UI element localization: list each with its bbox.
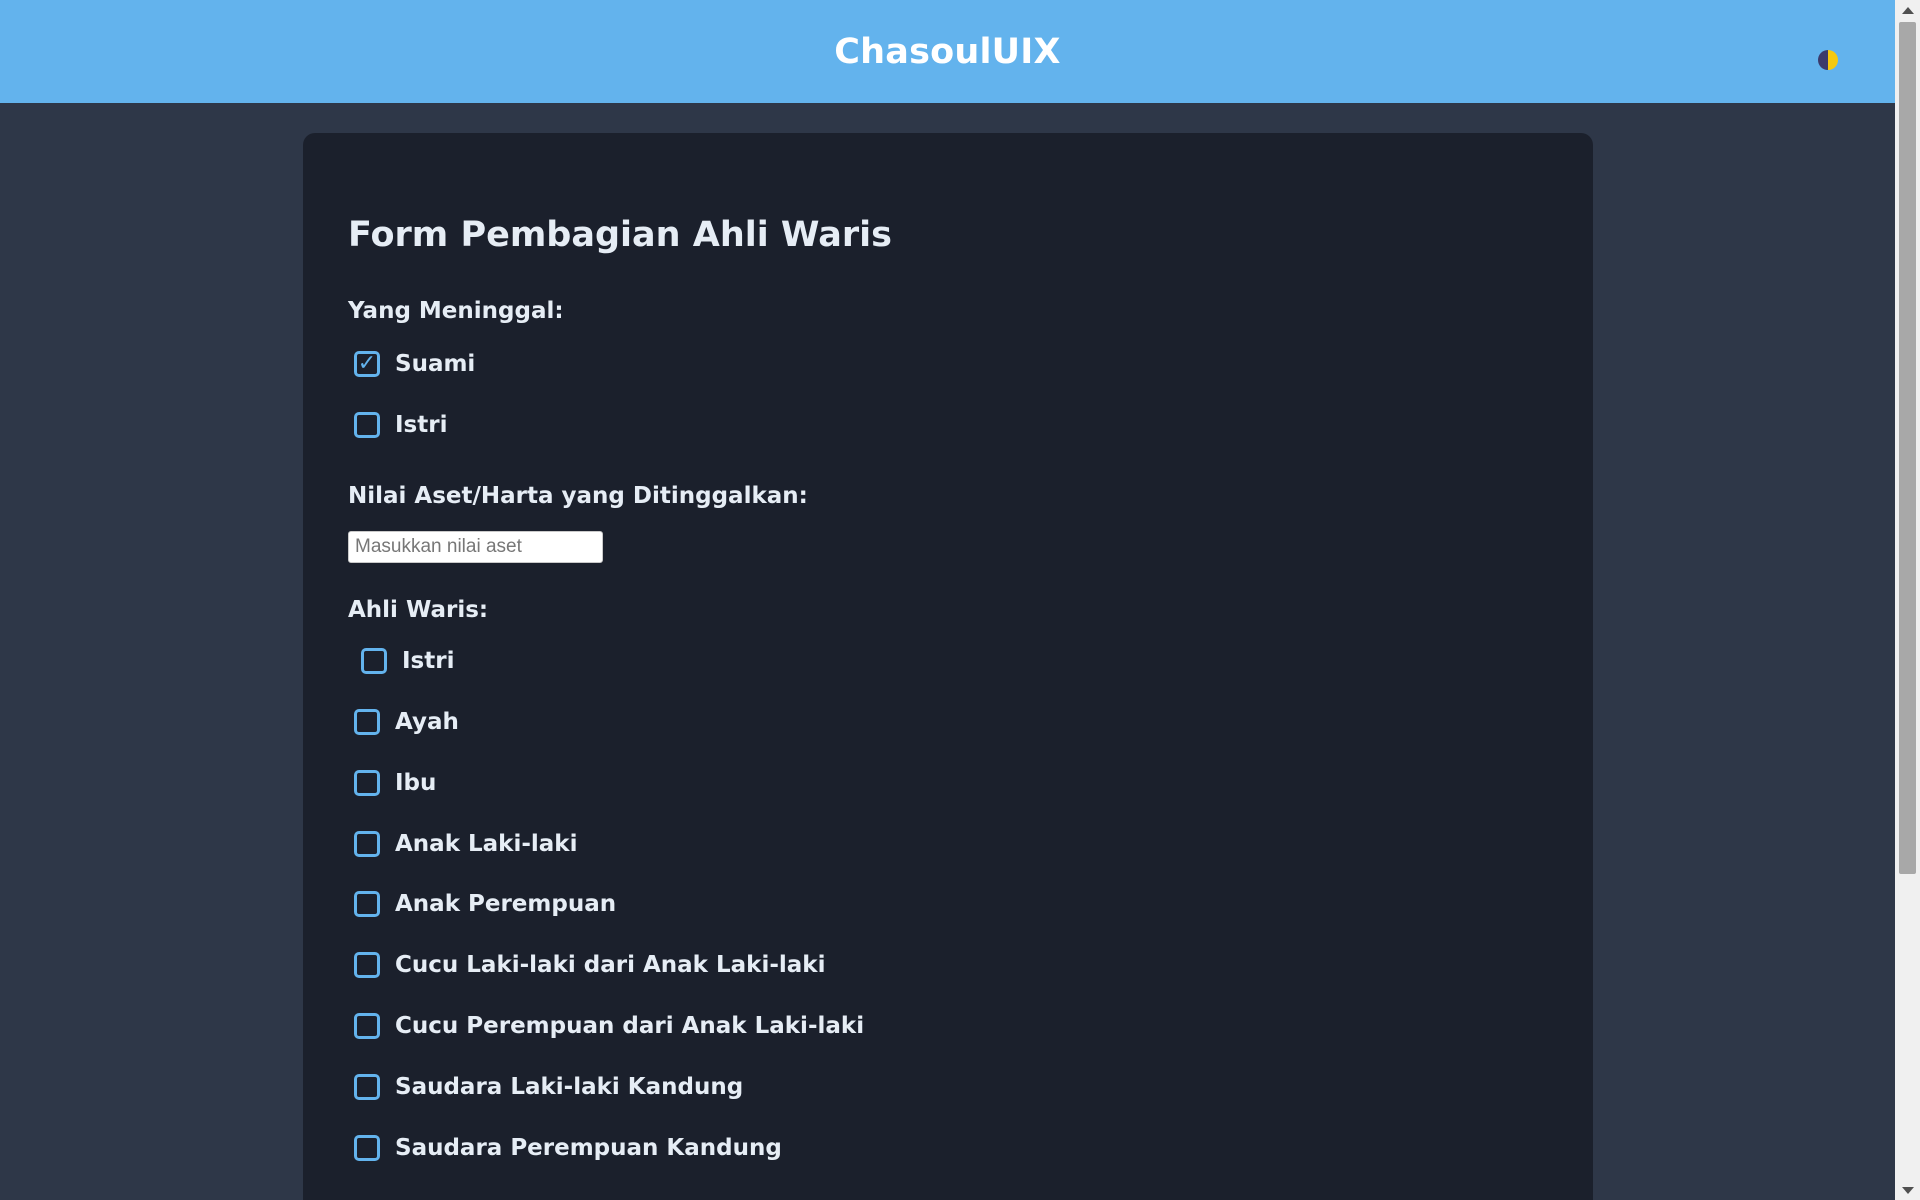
checkbox[interactable] [361,648,387,674]
checkbox[interactable] [354,891,380,917]
heir-option-istri[interactable]: Istri [361,644,454,678]
checkbox-label: Ibu [395,770,437,796]
deceased-label: Yang Meninggal: [348,298,564,324]
heir-option-ayah[interactable]: Ayah [354,705,459,739]
asset-label: Nilai Aset/Harta yang Ditinggalkan: [348,483,808,509]
checkbox-label: Saudara Perempuan Kandung [395,1135,782,1161]
checkbox-label: Anak Perempuan [395,891,617,917]
form-title: Form Pembagian Ahli Waris [348,215,893,255]
app-title: ChasoulUIX [834,31,1061,72]
heirs-label: Ahli Waris: [348,597,489,623]
checkbox[interactable] [354,831,380,857]
app-header: ChasoulUIX [0,0,1895,103]
heir-option-cucu-laki-laki[interactable]: Cucu Laki-laki dari Anak Laki-laki [354,948,825,982]
checkbox[interactable] [354,1013,380,1039]
heir-option-anak-laki-laki[interactable]: Anak Laki-laki [354,827,577,861]
checkbox-label: Saudara Laki-laki Kandung [395,1074,744,1100]
checkbox[interactable]: ✓ [354,351,380,377]
checkbox-label: Cucu Perempuan dari Anak Laki-laki [395,1013,865,1039]
scrollbar-thumb[interactable] [1899,22,1916,874]
checkbox-label: Ayah [395,709,459,735]
checkbox[interactable] [354,1074,380,1100]
moon-half [1818,50,1828,70]
theme-toggle-icon[interactable] [1818,50,1838,70]
checkbox-label: Suami [395,351,476,377]
heir-option-saudara-laki-laki[interactable]: Saudara Laki-laki Kandung [354,1070,743,1104]
checkbox[interactable] [354,412,380,438]
sun-half [1828,50,1838,70]
checkbox[interactable] [354,709,380,735]
check-icon: ✓ [357,351,377,376]
deceased-option-suami[interactable]: ✓ Suami [354,347,475,381]
checkbox[interactable] [354,1135,380,1161]
checkbox-label: Istri [402,648,455,674]
page-scrollbar[interactable] [1895,0,1920,1200]
checkbox[interactable] [354,952,380,978]
heir-option-ibu[interactable]: Ibu [354,766,436,800]
asset-input[interactable] [348,531,603,563]
checkbox[interactable] [354,770,380,796]
checkbox-label: Anak Laki-laki [395,831,578,857]
form-card: Form Pembagian Ahli Waris Yang Meninggal… [303,133,1593,1200]
deceased-option-istri[interactable]: Istri [354,408,447,442]
scroll-up-arrow-icon[interactable] [1895,0,1920,20]
scroll-down-arrow-icon[interactable] [1895,1180,1920,1200]
checkbox-label: Istri [395,412,448,438]
heir-option-cucu-perempuan[interactable]: Cucu Perempuan dari Anak Laki-laki [354,1009,864,1043]
heir-option-anak-perempuan[interactable]: Anak Perempuan [354,887,616,921]
checkbox-label: Cucu Laki-laki dari Anak Laki-laki [395,952,826,978]
heir-option-saudara-perempuan[interactable]: Saudara Perempuan Kandung [354,1131,782,1165]
